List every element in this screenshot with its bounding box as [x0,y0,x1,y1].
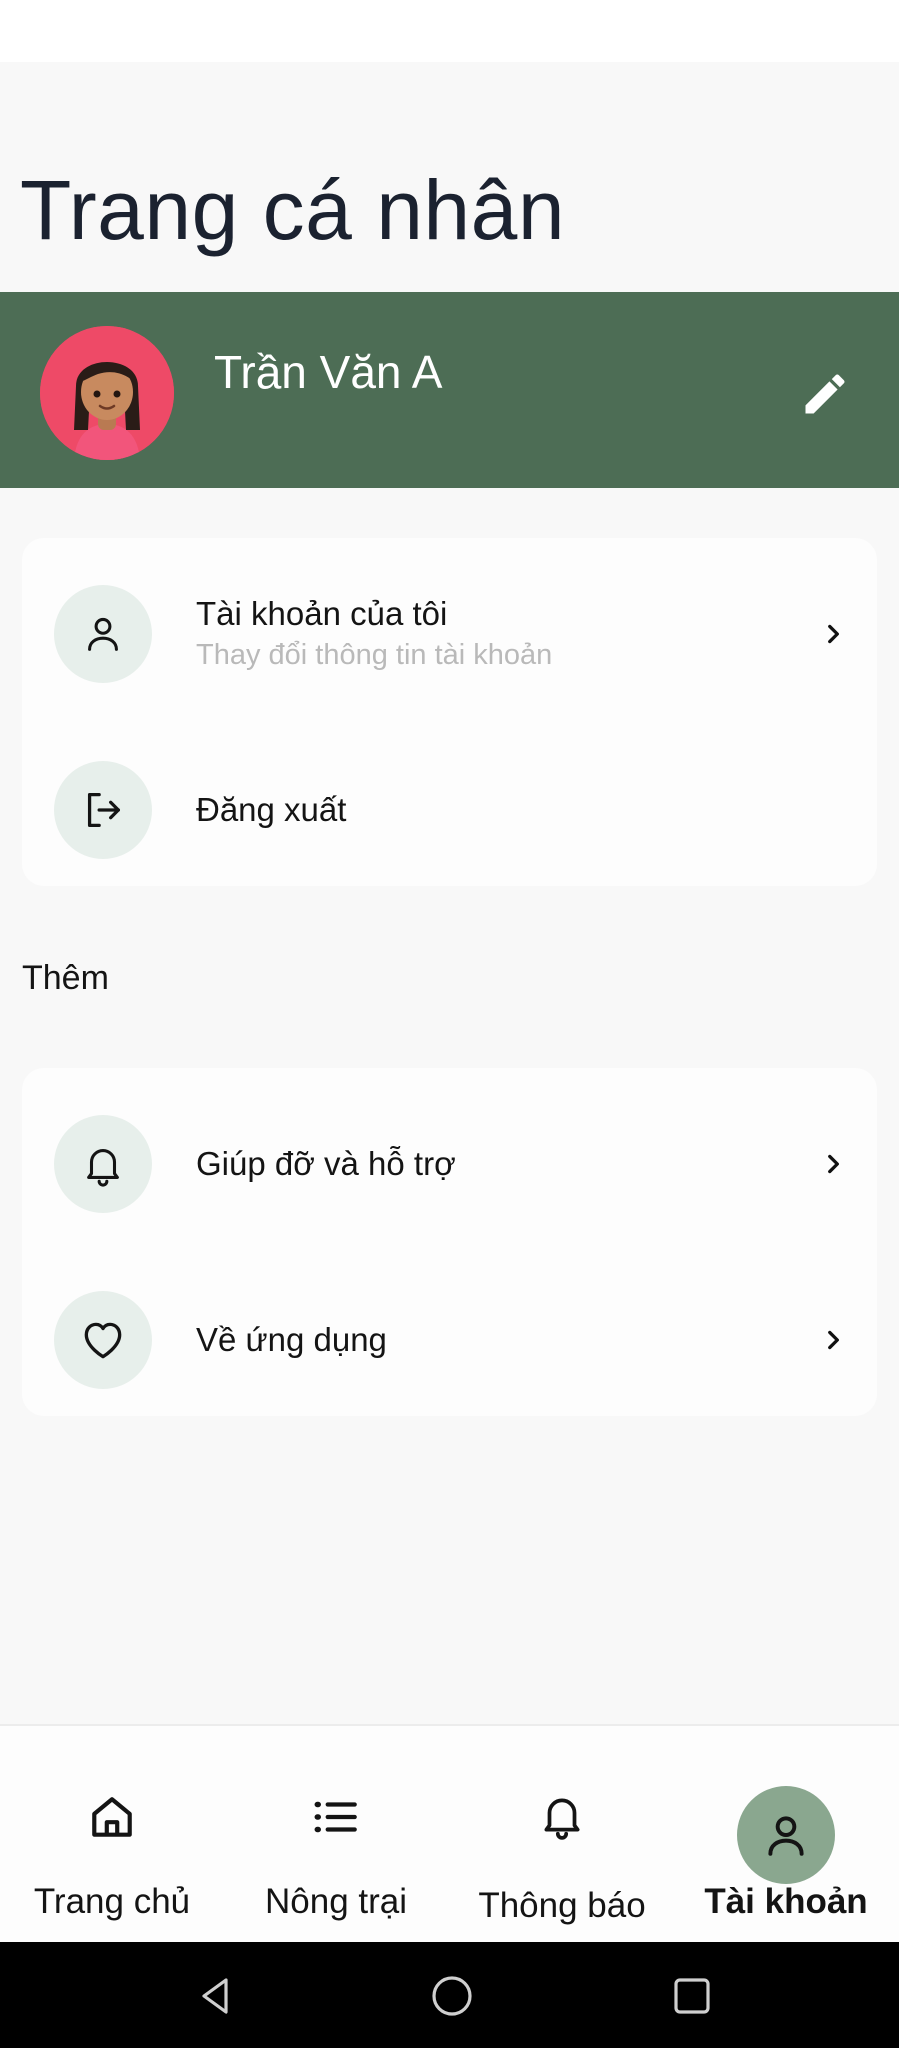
avatar[interactable] [40,326,174,460]
back-icon[interactable] [190,1970,242,2022]
logout-icon-circle [54,761,152,859]
my-account-item[interactable]: Tài khoản của tôi Thay đổi thông tin tài… [22,574,877,694]
nav-label-account: Tài khoản [704,1882,868,1921]
logout-title: Đăng xuất [196,791,347,828]
my-account-subtitle: Thay đổi thông tin tài khoản [196,639,553,671]
my-account-title: Tài khoản của tôi [196,595,448,632]
pencil-icon [805,374,845,414]
user-icon [88,617,118,651]
list-icon [311,1792,361,1842]
chevron-right-icon [815,1146,851,1182]
profile-banner: Trần Văn A [0,292,899,488]
nav-item-notifications[interactable]: Thông báo [450,1726,674,1944]
logout-icon [87,793,120,827]
nav-item-farm[interactable]: Nông trại [224,1726,448,1944]
nav-label-farm: Nông trại [264,1882,408,1921]
profile-name: Trần Văn A [214,346,443,398]
page-title: Trang cá nhân [20,163,566,257]
status-bar-area [0,0,899,62]
bell-icon-circle [54,1115,152,1213]
nav-label-home: Trang chủ [33,1882,191,1921]
edit-profile-button[interactable] [795,364,855,424]
about-app-item[interactable]: Về ứng dụng [22,1280,877,1400]
more-card: Giúp đỡ và hỗ trợ Về ứng dụng [22,1068,877,1416]
home-icon [87,1792,137,1842]
nav-item-account[interactable]: Tài khoản [674,1726,898,1944]
bell-icon [87,1149,119,1187]
bottom-nav: Trang chủ Nông trại Thông báo Tài khoản [0,1724,899,1942]
nav-active-indicator [737,1786,835,1884]
nav-item-home[interactable]: Trang chủ [0,1726,224,1944]
chevron-right-icon [815,616,851,652]
about-app-title: Về ứng dụng [196,1321,387,1358]
nav-label-notifications: Thông báo [478,1886,646,1925]
section-label-more: Thêm [22,959,109,997]
heart-icon [84,1322,122,1359]
bell-icon [537,1790,587,1840]
heart-icon-circle [54,1291,152,1389]
account-card: Tài khoản của tôi Thay đổi thông tin tài… [22,538,877,886]
home-circle-icon[interactable] [426,1970,478,2022]
help-support-item[interactable]: Giúp đỡ và hỗ trợ [22,1104,877,1224]
user-icon-circle [54,585,152,683]
recents-icon[interactable] [666,1970,718,2022]
system-nav-bar [0,1942,899,2048]
logout-item[interactable]: Đăng xuất [22,750,877,870]
user-icon [768,1816,804,1856]
help-support-title: Giúp đỡ và hỗ trợ [196,1145,456,1182]
chevron-right-icon [815,1322,851,1358]
